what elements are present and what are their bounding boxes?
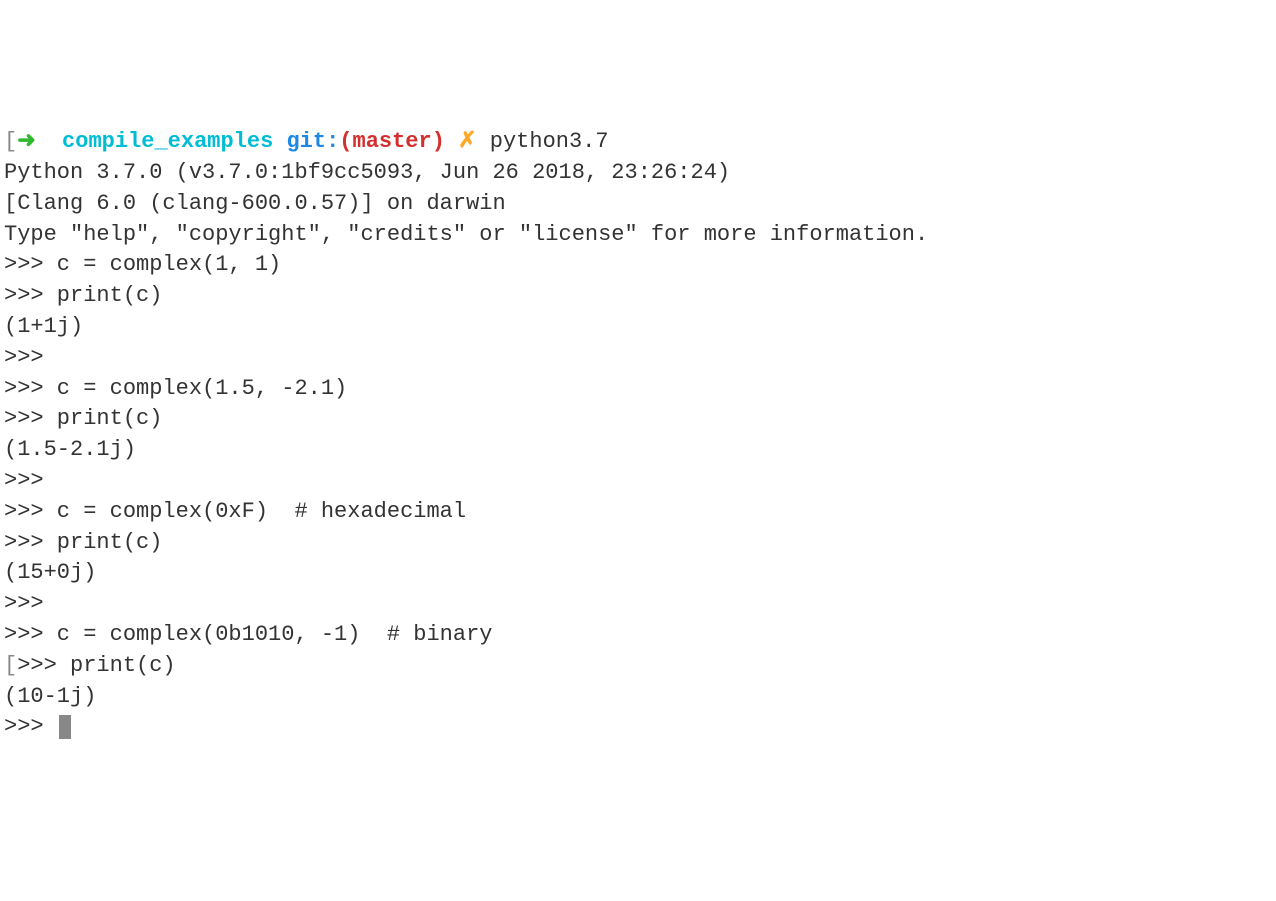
git-branch: master (353, 129, 432, 154)
repl-line: >>> print(c) (4, 528, 1272, 559)
bracket-open: [ (4, 653, 17, 678)
repl-line: >>> c = complex(0b1010, -1) # binary (4, 620, 1272, 651)
repl-prompt-active[interactable]: >>> (4, 712, 1272, 743)
output-line: Type "help", "copyright", "credits" or "… (4, 220, 1272, 251)
repl-line: >>> print(c) (4, 404, 1272, 435)
repl-line: >>> (4, 466, 1272, 497)
bracket-open: [ (4, 129, 17, 154)
git-colon: : (326, 129, 339, 154)
output-line: (10-1j) (4, 682, 1272, 713)
output-line: Python 3.7.0 (v3.7.0:1bf9cc5093, Jun 26 … (4, 158, 1272, 189)
cwd-path: compile_examples (62, 129, 273, 154)
command-entered: python3.7 (490, 129, 609, 154)
repl-line: >>> print(c) (4, 281, 1272, 312)
output-line: (1.5-2.1j) (4, 435, 1272, 466)
repl-line: >>> c = complex(0xF) # hexadecimal (4, 497, 1272, 528)
paren-open: ( (339, 129, 352, 154)
output-line: [Clang 6.0 (clang-600.0.57)] on darwin (4, 189, 1272, 220)
git-dirty-icon: ✗ (458, 129, 476, 154)
shell-prompt-line: [➜ compile_examples git:(master) ✗ pytho… (4, 127, 1272, 158)
repl-content: >>> print(c) (17, 653, 175, 678)
paren-close: ) (432, 129, 445, 154)
repl-line-bracketed: [>>> print(c) (4, 651, 1272, 682)
terminal-output[interactable]: [➜ compile_examples git:(master) ✗ pytho… (4, 127, 1272, 743)
output-line: (15+0j) (4, 558, 1272, 589)
repl-line: >>> c = complex(1, 1) (4, 250, 1272, 281)
arrow-icon: ➜ (17, 129, 35, 154)
git-label: git (286, 129, 326, 154)
repl-line: >>> c = complex(1.5, -2.1) (4, 374, 1272, 405)
repl-line: >>> (4, 343, 1272, 374)
repl-line: >>> (4, 589, 1272, 620)
output-line: (1+1j) (4, 312, 1272, 343)
